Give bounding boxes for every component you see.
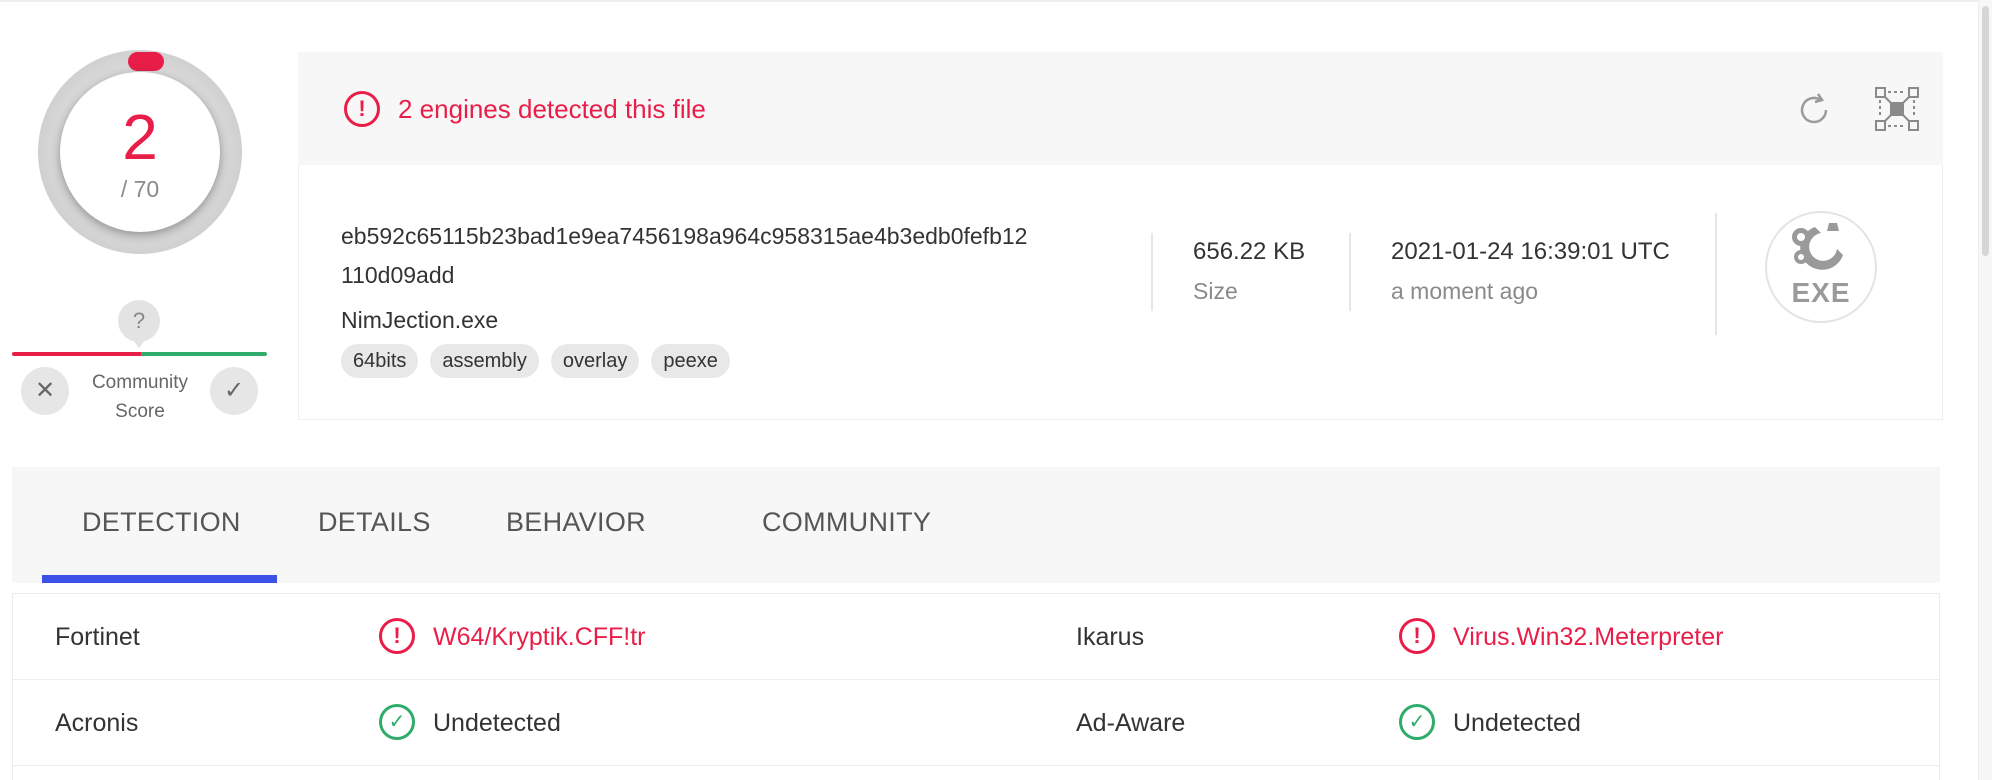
divider: [1151, 233, 1153, 311]
scrollbar-thumb[interactable]: [1982, 6, 1989, 256]
engine-name: Acronis: [55, 709, 139, 737]
file-hash[interactable]: eb592c65115b23bad1e9ea7456198a964c958315…: [341, 217, 1121, 295]
engine-name: Ad-Aware: [1076, 709, 1186, 737]
file-info-card: eb592c65115b23bad1e9ea7456198a964c958315…: [298, 165, 1943, 420]
graph-view-icon[interactable]: [1874, 86, 1920, 132]
score-inner: 2 / 70: [60, 72, 220, 232]
table-row: [13, 766, 1939, 780]
alert-icon: !: [1399, 618, 1435, 654]
detection-score: 2 / 70: [38, 50, 242, 254]
file-type-label: EXE: [1791, 277, 1851, 308]
analysis-date: 2021-01-24 16:39:01 UTC: [1391, 238, 1670, 265]
score-total: / 70: [120, 176, 160, 202]
tab-detection[interactable]: DETECTION: [82, 505, 241, 539]
alert-icon: !: [344, 91, 380, 127]
vote-harmless-button[interactable]: ✓: [210, 367, 258, 415]
divider: [1349, 233, 1351, 311]
tag[interactable]: assembly: [430, 344, 539, 378]
check-icon: ✓: [379, 704, 415, 740]
divider: [1715, 213, 1717, 335]
detection-results-table: Fortinet ! W64/Kryptik.CFF!tr Ikarus ! V…: [12, 593, 1940, 780]
engine-name: Fortinet: [55, 623, 140, 651]
detection-result: Undetected: [433, 709, 561, 737]
vote-harmful-button[interactable]: ✕: [21, 367, 69, 415]
check-icon: ✓: [1399, 704, 1435, 740]
engine-name: Ikarus: [1076, 623, 1145, 651]
file-size-label: Size: [1193, 278, 1238, 304]
gears-icon: [1792, 223, 1843, 270]
community-score: ? ✕ Community Score ✓: [10, 300, 270, 430]
file-size-value: 656.22 KB: [1193, 238, 1306, 265]
exe-file-icon: EXE: [1765, 211, 1877, 323]
question-pointer: [130, 336, 148, 348]
tab-community[interactable]: COMMUNITY: [762, 505, 931, 539]
community-bar-negative: [12, 352, 141, 356]
detection-banner: ! 2 engines detected this file: [298, 52, 1943, 165]
active-tab-indicator: [42, 575, 277, 583]
tab-behavior[interactable]: BEHAVIOR: [506, 505, 646, 539]
file-tags: 64bits assembly overlay peexe: [341, 344, 730, 378]
reanalyze-icon[interactable]: [1794, 90, 1834, 130]
score-detected: 2: [122, 101, 158, 173]
analysis-date-relative: a moment ago: [1391, 278, 1539, 304]
tag[interactable]: peexe: [651, 344, 730, 378]
file-name: NimJection.exe: [341, 307, 499, 333]
tag[interactable]: overlay: [550, 344, 640, 378]
tab-bar: DETECTION DETAILS BEHAVIOR COMMUNITY: [12, 467, 1940, 583]
score-marker: [128, 52, 164, 71]
detection-result: Undetected: [1453, 709, 1581, 737]
alert-icon: !: [379, 618, 415, 654]
table-row: Fortinet ! W64/Kryptik.CFF!tr Ikarus ! V…: [13, 594, 1939, 680]
tag[interactable]: 64bits: [341, 344, 419, 378]
detection-summary: 2 engines detected this file: [398, 94, 706, 124]
table-row: Acronis ✓ Undetected Ad-Aware ✓ Undetect…: [13, 680, 1939, 766]
tab-details[interactable]: DETAILS: [318, 505, 431, 539]
detection-result: Virus.Win32.Meterpreter: [1453, 623, 1724, 651]
vertical-scrollbar[interactable]: [1978, 0, 1992, 780]
top-divider: [0, 0, 1980, 2]
community-score-label: Community Score: [91, 372, 189, 422]
community-bar-positive: [141, 352, 267, 356]
detection-result: W64/Kryptik.CFF!tr: [433, 623, 646, 651]
